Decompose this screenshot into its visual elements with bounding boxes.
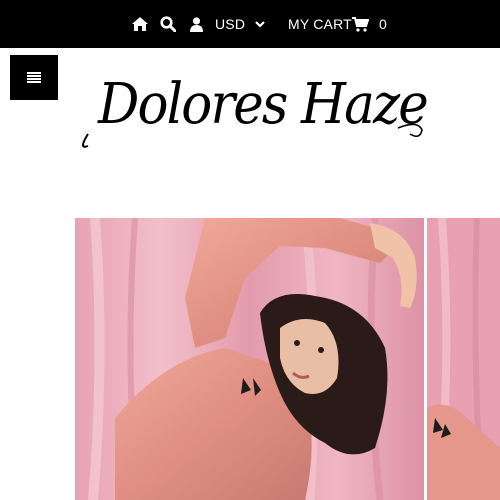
search-icon[interactable] — [160, 0, 176, 48]
home-icon[interactable] — [132, 0, 148, 48]
cart-count-value: 0 — [379, 16, 387, 32]
user-icon[interactable] — [190, 0, 203, 48]
cart-count[interactable]: 0 — [379, 0, 387, 48]
cart-label: MY CART — [288, 16, 352, 32]
cart-link[interactable]: MY CART — [288, 0, 352, 48]
hero-carousel[interactable] — [75, 218, 500, 500]
hero-photo — [75, 218, 424, 500]
currency-selector[interactable]: USD — [215, 0, 245, 48]
shopping-cart-icon[interactable] — [352, 0, 369, 48]
chevron-down-icon[interactable] — [255, 0, 265, 48]
hamburger-icon — [27, 72, 41, 83]
brand-logo[interactable]: Dolores Haze — [80, 72, 430, 154]
logo-swash-icon — [82, 123, 423, 148]
top-bar: USD MY CART 0 — [0, 0, 500, 48]
currency-label: USD — [215, 16, 246, 32]
hero-slide-main[interactable] — [75, 218, 424, 500]
hero-slide-next[interactable] — [427, 218, 500, 500]
menu-button[interactable] — [10, 55, 58, 100]
hero-photo-next — [427, 218, 500, 500]
